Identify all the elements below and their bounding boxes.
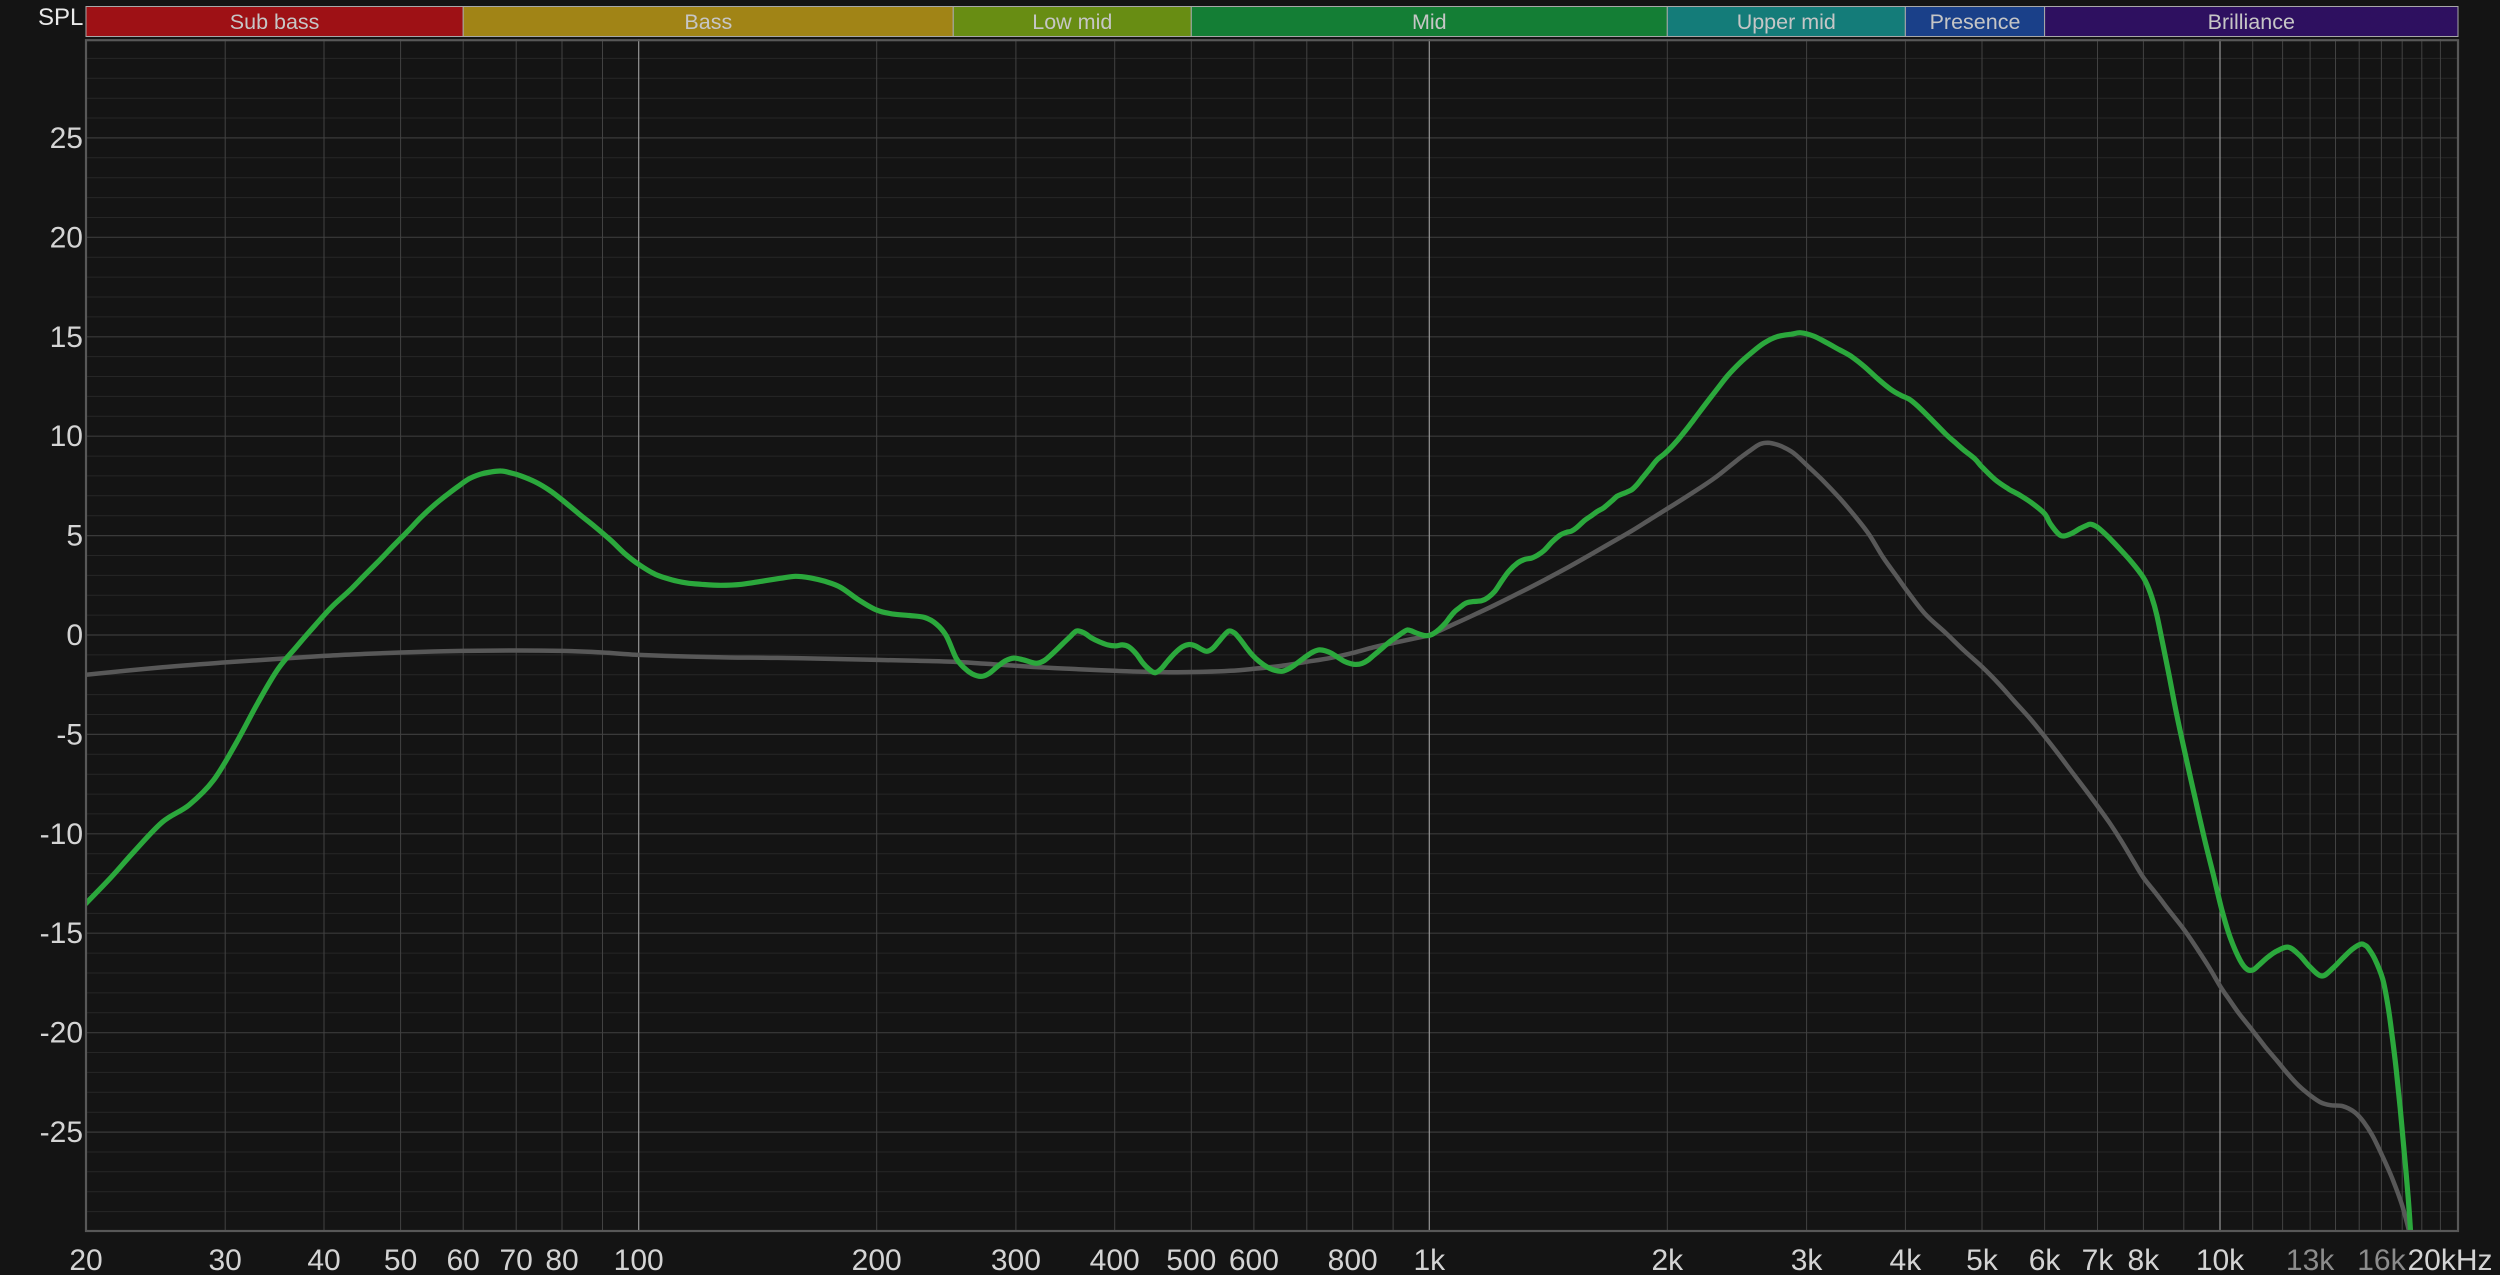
svg-text:200: 200 [852,1244,902,1275]
svg-text:Brilliance: Brilliance [2208,10,2295,34]
svg-text:-15: -15 [40,917,83,950]
svg-text:8k: 8k [2128,1244,2161,1275]
svg-text:Sub bass: Sub bass [230,10,320,34]
svg-text:40: 40 [307,1244,340,1275]
svg-text:20kHz: 20kHz [2407,1244,2492,1275]
svg-text:600: 600 [1229,1244,1279,1275]
svg-text:25: 25 [50,122,83,155]
svg-text:-20: -20 [40,1017,83,1050]
svg-text:16k: 16k [2357,1244,2406,1275]
svg-text:70: 70 [500,1244,533,1275]
svg-text:-5: -5 [56,718,83,751]
svg-text:400: 400 [1090,1244,1140,1275]
svg-text:7k: 7k [2082,1244,2115,1275]
svg-text:100: 100 [614,1244,664,1275]
svg-text:3k: 3k [1791,1244,1824,1275]
svg-text:0: 0 [66,619,83,652]
svg-text:50: 50 [384,1244,417,1275]
svg-text:Low mid: Low mid [1032,10,1112,34]
svg-text:5: 5 [66,520,83,553]
svg-text:20: 20 [50,221,83,254]
svg-text:10: 10 [50,420,83,453]
svg-text:30: 30 [209,1244,242,1275]
svg-text:4k: 4k [1890,1244,1923,1275]
svg-text:800: 800 [1328,1244,1378,1275]
svg-text:13k: 13k [2286,1244,2335,1275]
svg-text:15: 15 [50,321,83,354]
svg-text:300: 300 [991,1244,1041,1275]
svg-text:5k: 5k [1966,1244,1999,1275]
svg-text:20: 20 [69,1244,102,1275]
svg-text:6k: 6k [2029,1244,2062,1275]
svg-text:Bass: Bass [684,10,732,34]
svg-text:SPL: SPL [38,4,83,31]
svg-text:Upper mid: Upper mid [1737,10,1836,34]
svg-text:2k: 2k [1651,1244,1684,1275]
svg-text:-10: -10 [40,818,83,851]
svg-text:60: 60 [447,1244,480,1275]
svg-text:Mid: Mid [1412,10,1447,34]
svg-text:-25: -25 [40,1116,83,1149]
svg-text:1k: 1k [1413,1244,1446,1275]
svg-text:80: 80 [545,1244,578,1275]
svg-text:500: 500 [1166,1244,1216,1275]
svg-text:Presence: Presence [1930,10,2021,34]
svg-text:10k: 10k [2196,1244,2245,1275]
